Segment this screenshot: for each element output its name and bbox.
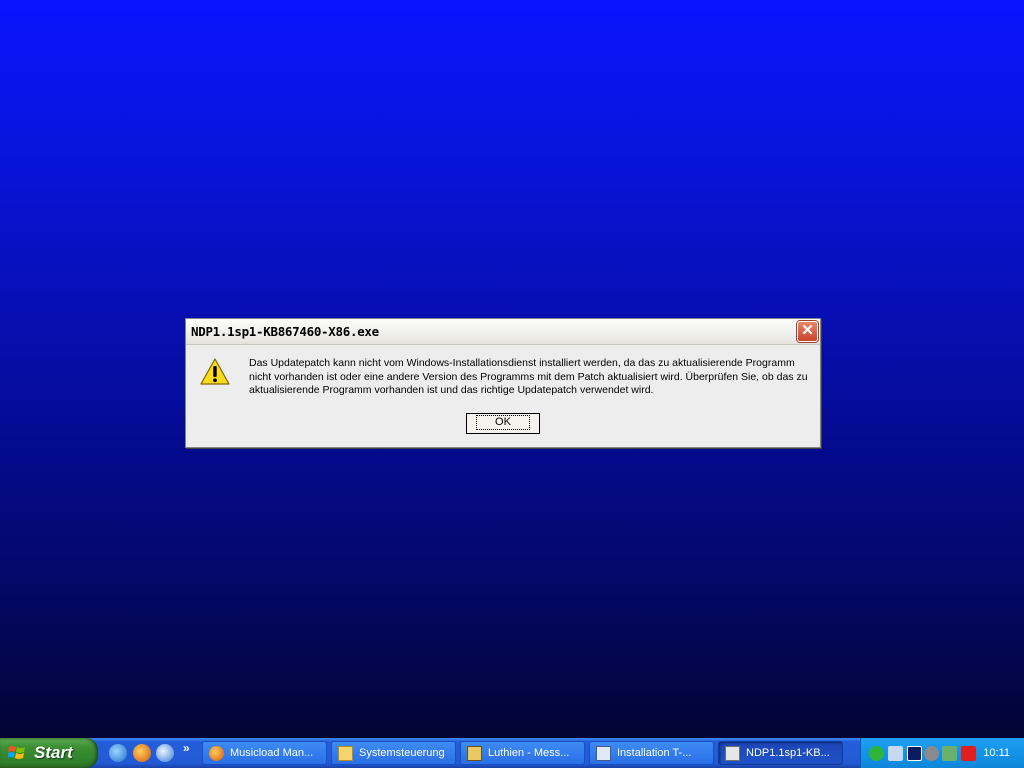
error-dialog: NDP1.1sp1-KB867460-X86.exe ✕ Das Updatep… <box>185 318 821 448</box>
clover-icon[interactable] <box>869 746 884 761</box>
dialog-titlebar[interactable]: NDP1.1sp1-KB867460-X86.exe ✕ <box>186 319 820 345</box>
task-systemsteuerung[interactable]: Systemsteuerung <box>331 741 456 765</box>
taskbar: Start » Musicload Man... Systemsteuerung… <box>0 738 1024 768</box>
messenger-icon <box>467 746 482 761</box>
start-label: Start <box>34 743 73 762</box>
dialog-title: NDP1.1sp1-KB867460-X86.exe <box>191 324 379 339</box>
task-label: NDP1.1sp1-KB... <box>746 747 830 759</box>
task-label: Installation T-... <box>617 747 692 759</box>
start-button[interactable]: Start <box>0 738 98 768</box>
clock: 10:11 <box>983 747 1010 759</box>
ok-button-label: OK <box>476 415 530 430</box>
task-luthien[interactable]: Luthien - Mess... <box>460 741 585 765</box>
task-label: Musicload Man... <box>230 747 314 759</box>
disc-icon[interactable] <box>924 746 939 761</box>
close-button[interactable]: ✕ <box>797 321 818 342</box>
task-ndp-setup[interactable]: NDP1.1sp1-KB... <box>718 741 843 765</box>
warning-icon <box>200 358 230 385</box>
outlook-icon[interactable] <box>156 744 174 762</box>
task-installation[interactable]: Installation T-... <box>589 741 714 765</box>
setup-icon <box>725 746 740 761</box>
firefox-icon[interactable] <box>133 744 151 762</box>
media-icon[interactable] <box>907 746 922 761</box>
ie-icon[interactable] <box>109 744 127 762</box>
system-tray: 10:11 <box>860 738 1024 768</box>
installer-icon <box>596 746 611 761</box>
security-icon[interactable] <box>942 746 957 761</box>
task-musicload[interactable]: Musicload Man... <box>202 741 327 765</box>
antivirus-icon[interactable] <box>961 746 976 761</box>
ok-button[interactable]: OK <box>466 413 540 434</box>
quicklaunch-chevron-icon[interactable]: » <box>183 741 190 755</box>
network-icon[interactable] <box>888 746 903 761</box>
dialog-body: Das Updatepatch kann nicht vom Windows-I… <box>186 345 820 447</box>
task-label: Systemsteuerung <box>359 747 445 759</box>
firefox-icon <box>209 746 224 761</box>
folder-icon <box>338 746 353 761</box>
windows-logo-icon <box>8 746 25 759</box>
task-label: Luthien - Mess... <box>488 747 570 759</box>
dialog-message: Das Updatepatch kann nicht vom Windows-I… <box>249 357 808 396</box>
